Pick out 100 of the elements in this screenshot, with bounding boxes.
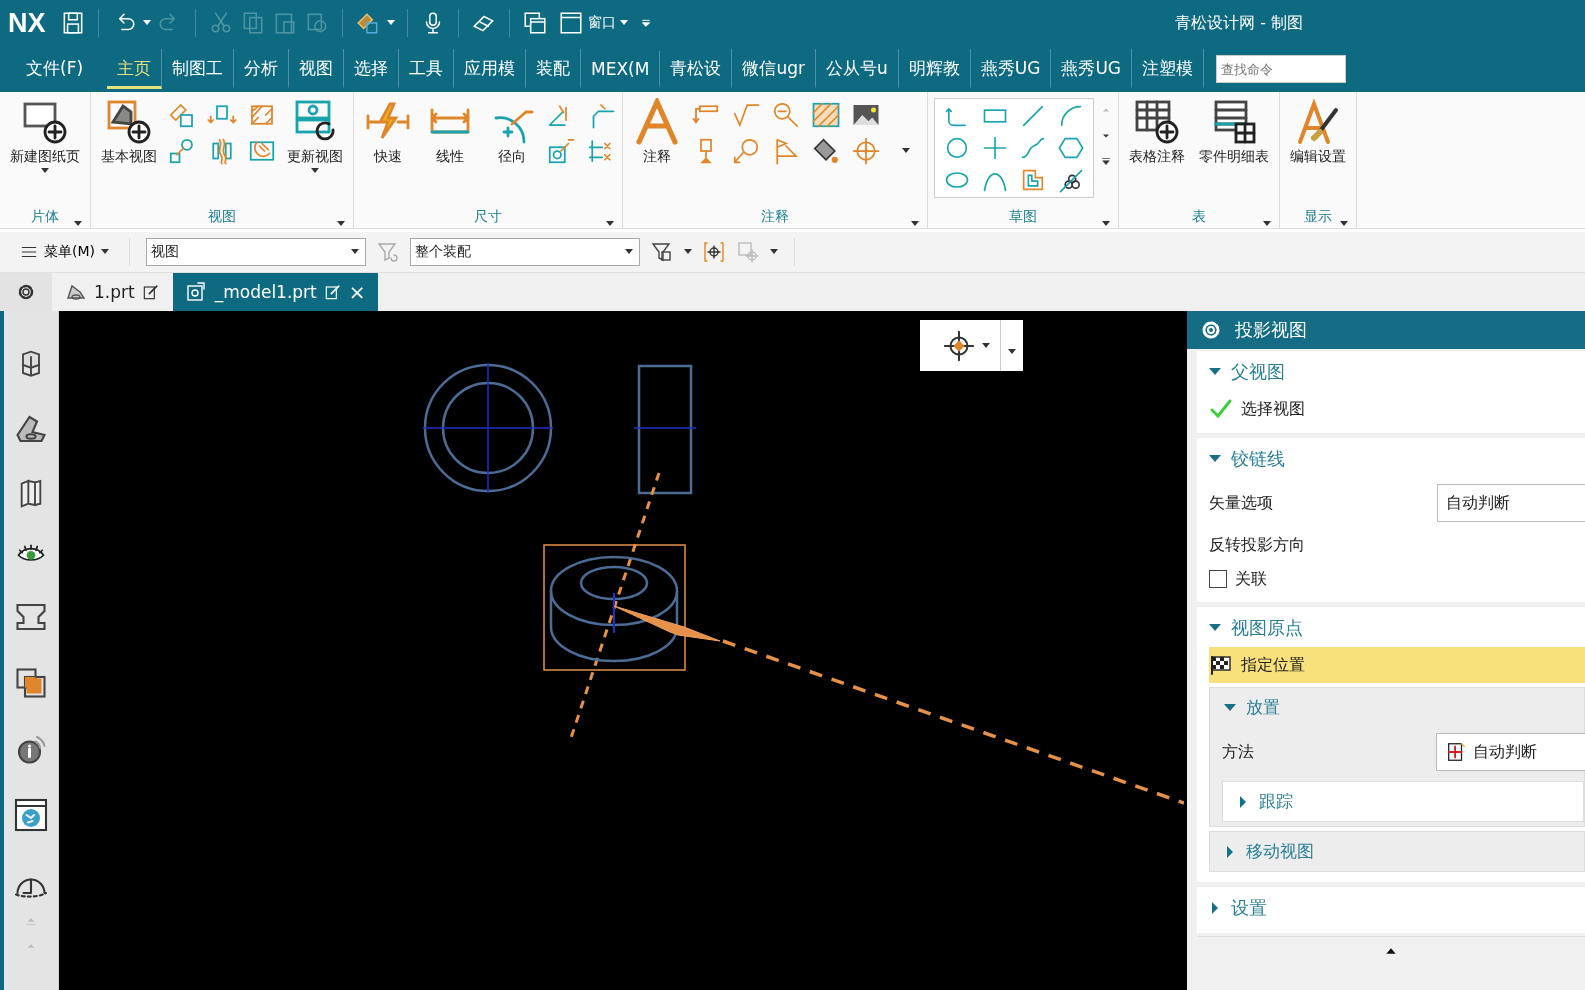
caret-right-icon [1224,845,1236,858]
file-tab[interactable]: 1.prt [52,273,173,311]
close-button[interactable]: × [348,280,366,304]
group-label: 草图 [1009,208,1037,226]
ribbon-button[interactable]: 表格注释 [1125,96,1189,168]
menu-tab[interactable]: 文件(F) [16,49,108,89]
caret-icon[interactable] [606,221,614,227]
menu-tab[interactable]: 燕秀UG [1051,49,1132,89]
checkbox-label: 关联 [1235,568,1267,590]
crosshair-icon[interactable] [851,136,881,166]
diameter-icon[interactable] [546,136,576,166]
method-dropdown[interactable]: 自动判断 [1436,733,1585,771]
ribbon-button[interactable]: 线性 [422,96,478,168]
view-filter-dropdown[interactable]: 视图 [146,238,366,266]
checkered-flag-icon [1209,653,1233,677]
file-tab[interactable]: _model1.prt × [172,273,378,311]
menu-tab[interactable]: 注塑模 [1132,49,1204,89]
menu-tab[interactable]: 燕秀UG [970,49,1052,89]
section-header[interactable]: 放置 [1210,688,1294,727]
check-icon [1209,397,1233,421]
group-label: 表 [1192,208,1206,226]
ribbon-button[interactable]: 径向 [484,96,540,168]
caret-icon[interactable] [625,249,633,255]
menu-tab[interactable]: 选择 [344,49,400,89]
menu-tab[interactable]: 微信ugr [732,49,816,89]
crosshair-icon [942,328,976,363]
caret-icon[interactable] [619,20,628,26]
caret-right-icon [1209,902,1221,914]
balloon-icon[interactable] [731,136,761,166]
menu-tab[interactable]: 装配 [526,49,582,89]
caret-icon[interactable] [1263,221,1271,227]
paint-bucket-icon[interactable] [811,136,841,166]
ribbon-button[interactable]: 新建图纸页 [6,96,84,176]
caret-right-icon [1237,795,1249,808]
menu-tab[interactable]: 分析 [234,49,290,89]
field-label: 矢量选项 [1209,492,1274,514]
caret-icon [41,168,49,174]
checkbox[interactable] [1209,570,1227,588]
windows-icon[interactable] [521,10,548,36]
selection-step[interactable]: 选择视图 [1197,391,1585,427]
ribbon-button[interactable]: 编辑设置 [1286,96,1350,168]
hatch-icon[interactable] [811,100,841,130]
caret-icon[interactable] [74,221,82,227]
caret-icon[interactable] [902,148,910,154]
group-label: 片体 [31,208,59,226]
caret-icon[interactable] [337,221,345,227]
ribbon-button[interactable]: 基本视图 [97,96,161,168]
caret-icon[interactable] [101,249,109,255]
globe-window-icon[interactable] [13,797,49,833]
menu-tab[interactable]: 公从号u [815,49,899,89]
caret-icon[interactable] [1008,349,1016,355]
option-label: 反转投影方向 [1209,534,1305,556]
snap-point-icon[interactable] [702,240,726,264]
group-label: 注释 [761,208,789,226]
caret-icon[interactable] [386,20,395,26]
app-logo: NX [8,7,46,39]
caret-icon[interactable] [1102,221,1110,227]
search-field[interactable]: 查找命令 [1216,55,1346,83]
dialog-title: 投影视图 [1235,318,1307,342]
menu-tab[interactable]: MEX(M [581,50,661,88]
table-add-icon [1133,98,1181,146]
selection-step[interactable]: 指定位置 [1209,647,1585,683]
menu-button[interactable]: 菜单(M) [16,241,113,263]
scope-dropdown[interactable]: 整个装配 [410,238,640,266]
caret-icon[interactable] [684,249,692,255]
caret-icon [311,168,319,174]
caret-icon[interactable] [911,221,919,227]
window-title: 青松设计网 - 制图 [1174,12,1305,34]
section-header[interactable]: 铰链线 [1197,440,1297,478]
menu-tab[interactable]: 应用模 [454,49,527,89]
window-menu[interactable]: 窗口 [553,10,632,36]
ribbon-button[interactable]: 注释 [629,96,685,168]
ribbon-button[interactable]: 更新视图 [283,96,347,176]
group-label: 视图 [208,208,236,226]
section-header[interactable]: 设置 [1197,889,1279,927]
tree-filter-icon[interactable] [650,240,674,264]
caret-icon[interactable] [142,20,151,26]
note-icon [633,98,681,146]
menu-tab[interactable]: 主页 [107,49,163,89]
expand-icon[interactable] [1100,156,1112,168]
section-header[interactable]: 视图原点 [1197,609,1315,647]
caret-icon[interactable] [770,249,778,255]
caret-icon[interactable] [982,342,990,349]
caret-icon[interactable] [1340,221,1348,227]
window-icon[interactable] [557,10,584,36]
section-header[interactable]: 父视图 [1197,353,1297,391]
menu-tab[interactable]: 视图 [289,49,345,89]
caret-icon[interactable] [351,249,359,255]
menu-tab[interactable]: 制图工 [162,49,235,89]
layers-icon[interactable] [13,665,49,701]
ribbon-button[interactable]: 零件明细表 [1195,96,1273,168]
magnifier-icon[interactable] [771,100,801,130]
bracket-add-icon [105,98,153,146]
placement-icon [1445,741,1467,763]
method-dropdown[interactable]: 自动判断 [1437,484,1585,522]
ribbon-button[interactable]: 快速 [360,96,416,168]
field-label: 方法 [1222,741,1255,763]
menu-tab[interactable]: 工具 [399,49,455,89]
menu-tab[interactable]: 青松设 [660,49,733,89]
menu-tab[interactable]: 明辉教 [898,49,971,89]
